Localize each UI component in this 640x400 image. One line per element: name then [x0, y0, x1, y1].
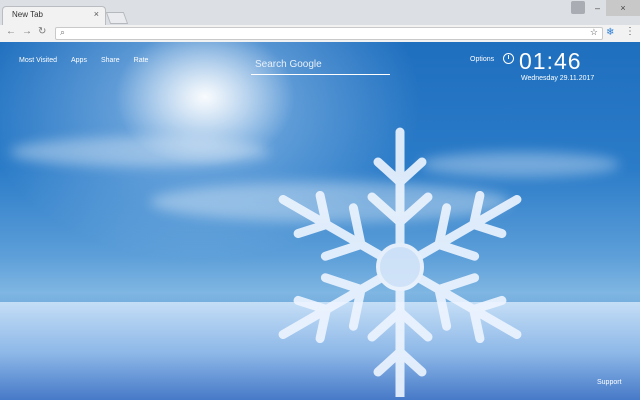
nav-most-visited[interactable]: Most Visited	[19, 57, 57, 64]
new-tab-button[interactable]	[105, 12, 129, 24]
address-bar[interactable]: ⌕ ☆	[55, 27, 603, 40]
window-controls-right: – ×	[589, 0, 640, 16]
snowflake-image	[225, 127, 565, 397]
menu-icon[interactable]: ⋮	[625, 26, 635, 37]
new-tab-page: Most Visited Apps Share Rate Options 01:…	[0, 42, 640, 400]
forward-icon[interactable]: →	[22, 26, 32, 37]
tab-strip: New Tab × – – ×	[0, 0, 640, 25]
star-icon[interactable]: ☆	[590, 27, 598, 38]
minimize-icon[interactable]: –	[589, 0, 606, 16]
nav-apps[interactable]: Apps	[71, 57, 87, 64]
search-icon: ⌕	[60, 27, 66, 37]
profile-icon[interactable]	[571, 1, 585, 14]
reload-icon[interactable]: ↻	[38, 26, 46, 37]
top-nav: Most Visited Apps Share Rate	[19, 57, 162, 64]
tab-title: New Tab	[12, 10, 43, 19]
search-input[interactable]	[251, 59, 398, 70]
back-icon[interactable]: ←	[6, 26, 16, 37]
snowflake-extension-icon[interactable]: ❄	[606, 27, 614, 38]
nav-rate[interactable]: Rate	[134, 57, 149, 64]
clock-icon[interactable]	[503, 53, 514, 64]
tab-new-tab[interactable]: New Tab ×	[2, 6, 106, 25]
clock-time: 01:46	[519, 48, 582, 74]
close-window-icon[interactable]: ×	[606, 0, 640, 16]
clock-date: Wednesday 29.11.2017	[521, 75, 595, 82]
support-link[interactable]: Support	[597, 379, 622, 386]
browser-toolbar: ← → ↻ ⌕ ☆ ❄ ⋮	[0, 25, 640, 43]
search-box	[251, 54, 398, 75]
options-link[interactable]: Options	[470, 56, 494, 63]
tab-close-icon[interactable]: ×	[94, 9, 99, 19]
nav-share[interactable]: Share	[101, 57, 120, 64]
